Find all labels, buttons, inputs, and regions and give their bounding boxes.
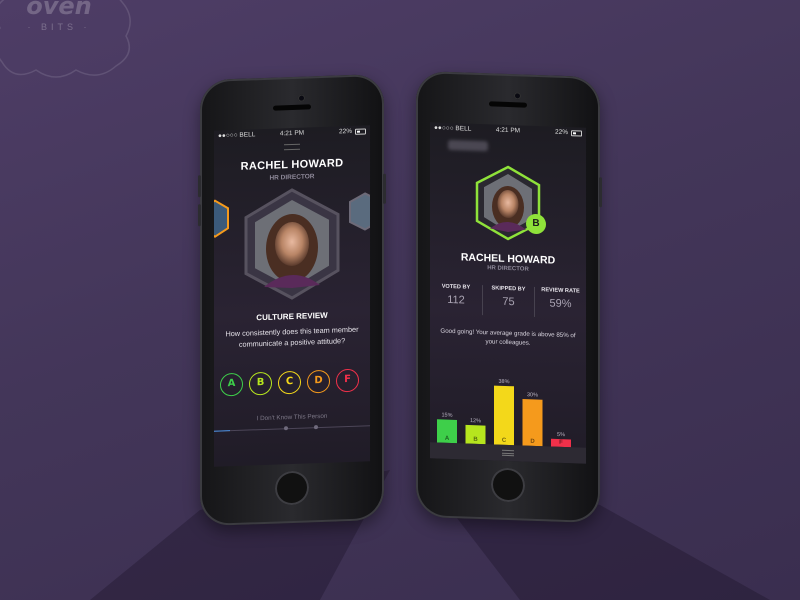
bar-value-label: 38% [498, 379, 509, 385]
progress-marker [284, 426, 288, 431]
status-bar: ●●○○○ BELL 4:21 PM 22% [430, 122, 586, 139]
volume-button [198, 204, 201, 227]
power-button [599, 177, 602, 208]
menu-icon[interactable] [502, 449, 514, 457]
power-button [383, 173, 386, 204]
battery-percent: 22% [338, 127, 352, 136]
previous-person-hexagon[interactable] [214, 198, 230, 239]
person-role: HR DIRECTOR [269, 173, 315, 182]
bar-category-label: C [502, 438, 507, 444]
stat-voted-by: VOTED BY 112 [430, 283, 482, 315]
profile-photo-hexagon [244, 188, 340, 300]
stat-label: VOTED BY [441, 283, 471, 291]
bar-category-label: A [445, 436, 450, 442]
review-screen: ●●○○○ BELL 4:21 PM 22% RACHEL HOWARD HR … [214, 125, 370, 467]
floor-shadow [90, 470, 770, 600]
bar-value-label: 12% [470, 418, 481, 424]
bar-category-label: B [473, 437, 478, 443]
status-bar: ●●○○○ BELL 4:21 PM 22% [214, 125, 370, 142]
battery-icon [355, 128, 366, 135]
feedback-message: Good going! Your average grade is above … [440, 327, 576, 347]
grade-button-d[interactable]: D [307, 369, 330, 394]
next-person-hexagon[interactable] [348, 191, 370, 232]
earpiece-speaker [273, 104, 311, 111]
progress-fill [214, 430, 230, 432]
front-camera [514, 92, 521, 100]
bar-c [494, 385, 514, 446]
menu-icon[interactable] [284, 143, 300, 151]
stat-review-rate: REVIEW RATE 59% [534, 286, 586, 319]
grade-button-f[interactable]: F [336, 368, 359, 393]
stat-value: 112 [447, 293, 465, 307]
bar-value-label: 30% [527, 392, 538, 398]
logo-subtext: · BITS · [27, 22, 91, 32]
section-title: CULTURE REVIEW [256, 310, 328, 323]
dont-know-link[interactable]: I Don't Know This Person [214, 411, 370, 423]
bar-value-label: 15% [441, 412, 452, 418]
grade-options: ABCDF [220, 368, 366, 399]
bar-value-label: 5% [557, 432, 565, 438]
stat-value: 75 [502, 295, 515, 309]
phone-left: ●●○○○ BELL 4:21 PM 22% RACHEL HOWARD HR … [198, 73, 386, 527]
results-screen: ●●○○○ BELL 4:21 PM 22% B RACHEL HOWARD H… [430, 122, 586, 464]
progress-marker [314, 425, 318, 430]
battery-percent: 22% [554, 128, 568, 137]
oven-bits-logo: oven · BITS · [0, 0, 146, 88]
grade-button-b[interactable]: B [249, 371, 272, 396]
grade-button-c[interactable]: C [278, 370, 301, 395]
home-button[interactable] [491, 467, 525, 503]
blurred-header [448, 139, 488, 152]
stats-row: VOTED BY 112 SKIPPED BY 75 REVIEW RATE 5… [430, 283, 586, 319]
bar-category-label: D [530, 439, 535, 445]
review-question: How consistently does this team member c… [225, 324, 359, 349]
stat-value: 59% [549, 297, 572, 311]
grade-badge: B [526, 213, 546, 235]
progress-track [214, 425, 370, 432]
logo-text: oven [26, 0, 92, 20]
earpiece-speaker [489, 101, 527, 108]
grade-button-a[interactable]: A [220, 372, 243, 397]
bar-category-label: F [559, 440, 563, 446]
front-camera [298, 94, 305, 102]
phone-right: ●●○○○ BELL 4:21 PM 22% B RACHEL HOWARD H… [416, 70, 602, 524]
battery-icon [571, 130, 582, 137]
stat-label: REVIEW RATE [541, 287, 580, 295]
volume-button [198, 175, 201, 198]
stat-label: SKIPPED BY [491, 285, 526, 293]
stat-skipped-by: SKIPPED BY 75 [482, 285, 534, 317]
home-button[interactable] [275, 470, 309, 506]
